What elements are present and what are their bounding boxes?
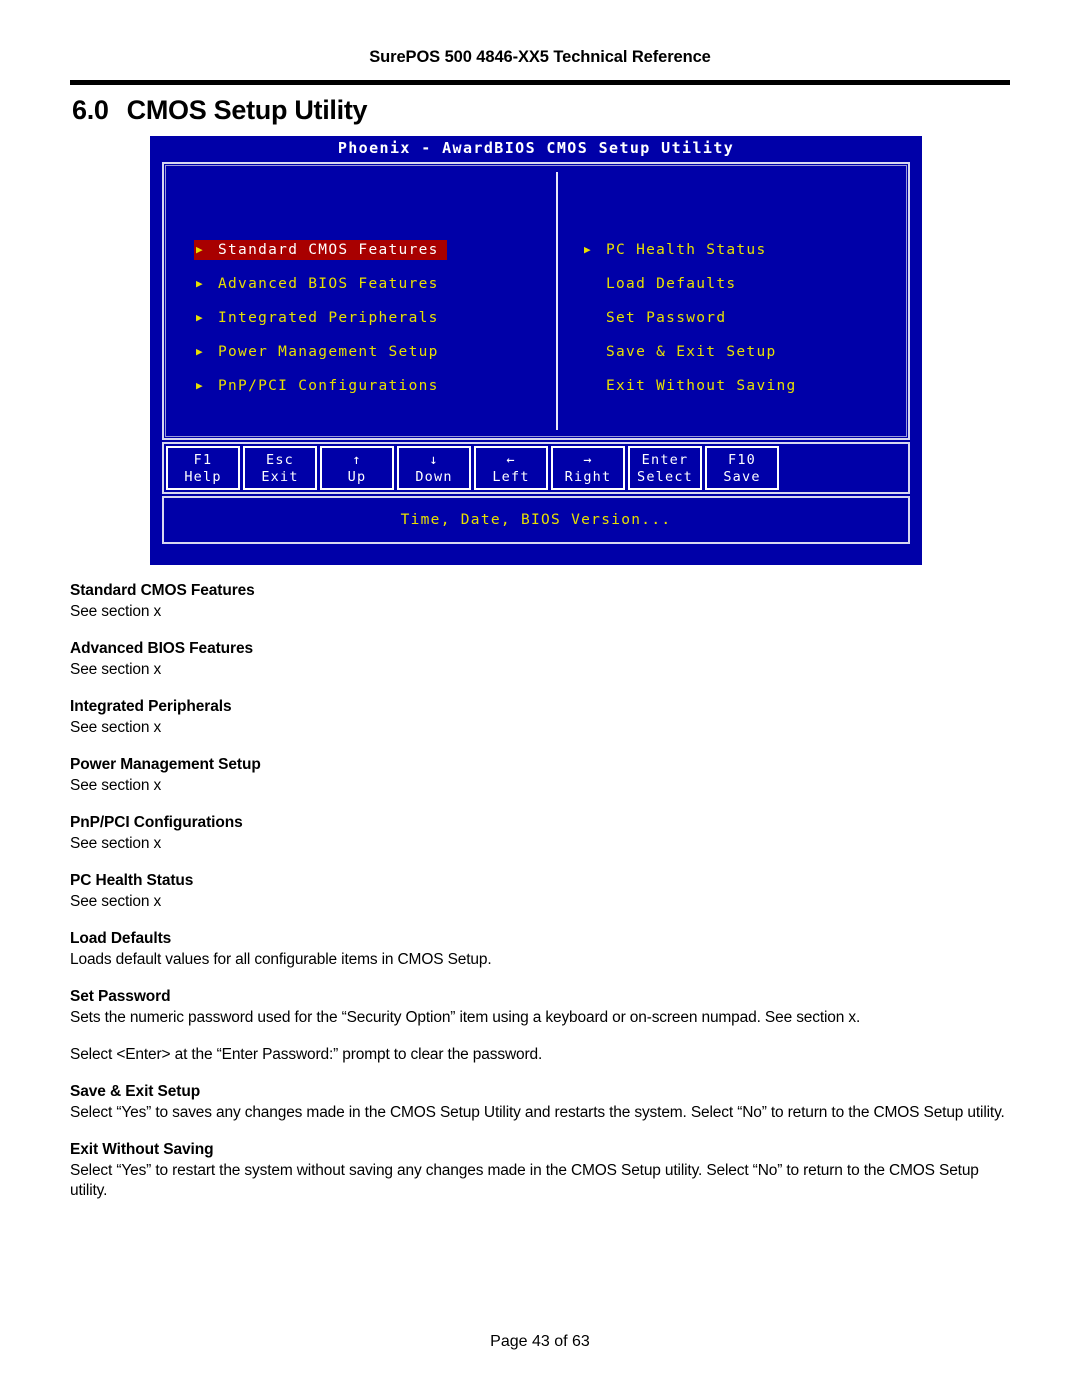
bios-menu-right-column: ▶ PC Health Status Load Defaults Set Passwo…	[582, 240, 902, 410]
bios-key-name: →	[583, 451, 593, 468]
section-title-text: CMOS Setup Utility	[126, 95, 368, 125]
bios-menu-item-standard-cmos-features[interactable]: ▶ Standard CMOS Features	[194, 240, 447, 260]
bios-menu-item-pc-health-status[interactable]: ▶ PC Health Status	[582, 240, 766, 260]
triangle-right-icon: ▶	[196, 379, 204, 392]
entry-heading: Exit Without Saving	[70, 1141, 214, 1158]
bios-key-exit[interactable]: Esc Exit	[243, 446, 317, 490]
section-number: 6.0	[72, 95, 109, 125]
bios-key-action: Help	[184, 468, 222, 485]
triangle-right-icon: ▶	[196, 277, 204, 290]
entry-load-defaults: Load Defaults Loads default values for al…	[70, 930, 1015, 970]
entry-set-password: Set Password Sets the numeric password us…	[70, 988, 1015, 1065]
page-footer: Page 43 of 63	[490, 1333, 590, 1350]
bios-menu-frame: ▶ Standard CMOS Features ▶ Advanced BIOS Fe…	[162, 162, 910, 440]
entry-exit-without-saving: Exit Without Saving Select “Yes” to resta…	[70, 1141, 1015, 1201]
bios-key-list: F1 Help Esc Exit ↑ Up ↓ Down ← Left → Right Enter Sel…	[166, 446, 779, 490]
entry-paragraph: Loads default values for all configurabl…	[70, 951, 492, 968]
bios-menu-item-label: Standard CMOS Features	[218, 242, 439, 258]
entry-pc-health-status: PC Health Status See section x	[70, 872, 1015, 912]
entry-power-management-setup: Power Management Setup See section x	[70, 756, 1015, 796]
bios-key-up[interactable]: ↑ Up	[320, 446, 394, 490]
triangle-right-icon: ▶	[196, 243, 204, 256]
bios-status-box: Time, Date, BIOS Version...	[162, 496, 910, 544]
entry-paragraph: See section x	[70, 719, 162, 736]
bios-menu-item-set-password[interactable]: Set Password	[582, 308, 726, 328]
bios-key-save[interactable]: F10 Save	[705, 446, 779, 490]
entry-pnp-pci-configurations: PnP/PCI Configurations See section x	[70, 814, 1015, 854]
bios-menu-item-label: Power Management Setup	[218, 344, 439, 360]
bios-key-action: Left	[492, 468, 530, 485]
triangle-right-icon: ▶	[584, 243, 592, 256]
entry-heading: PnP/PCI Configurations	[70, 814, 243, 831]
entry-list: Standard CMOS Features See section x Advan…	[70, 582, 1015, 1219]
entry-paragraph: See section x	[70, 661, 162, 678]
entry-heading: Load Defaults	[70, 930, 172, 947]
bios-menu-item-label: Set Password	[606, 310, 727, 326]
entry-integrated-peripherals: Integrated Peripherals See section x	[70, 698, 1015, 738]
bios-menu-item-integrated-peripherals[interactable]: ▶ Integrated Peripherals	[194, 308, 439, 328]
bios-menu-item-label: Load Defaults	[606, 276, 737, 292]
running-header: SurePOS 500 4846-XX5 Technical Reference	[369, 48, 711, 66]
entry-paragraph: See section x	[70, 893, 162, 910]
entry-paragraph: See section x	[70, 603, 162, 620]
bios-menu-item-power-management-setup[interactable]: ▶ Power Management Setup	[194, 342, 439, 362]
entry-heading: Save & Exit Setup	[70, 1083, 201, 1100]
bios-menu-item-label: PC Health Status	[606, 242, 767, 258]
bios-key-name: ↑	[352, 451, 362, 468]
bios-function-key-bar: F1 Help Esc Exit ↑ Up ↓ Down ← Left → Right Enter Sel…	[162, 442, 910, 494]
document-page: SurePOS 500 4846-XX5 Technical Reference…	[0, 0, 1080, 1397]
bios-menu-item-label: Exit Without Saving	[606, 378, 797, 394]
bios-key-action: Exit	[261, 468, 299, 485]
bios-key-right[interactable]: → Right	[551, 446, 625, 490]
bios-key-down[interactable]: ↓ Down	[397, 446, 471, 490]
entry-paragraph: Sets the numeric password used for the “…	[70, 1009, 861, 1026]
entry-heading: Integrated Peripherals	[70, 698, 232, 715]
bios-key-name: Esc	[266, 451, 294, 468]
bios-menu-item-label: Integrated Peripherals	[218, 310, 439, 326]
bios-menu-item-label: PnP/PCI Configurations	[218, 378, 439, 394]
bios-titlebar: Phoenix - AwardBIOS CMOS Setup Utility	[337, 139, 735, 157]
bios-menu-item-pnp-pci-configurations[interactable]: ▶ PnP/PCI Configurations	[194, 376, 439, 396]
entry-heading: Power Management Setup	[70, 756, 261, 773]
bios-key-name: F1	[193, 451, 213, 468]
bios-key-action: Down	[415, 468, 453, 485]
entry-heading: Set Password	[70, 988, 171, 1005]
entry-save-exit-setup: Save & Exit Setup Select “Yes” to saves a…	[70, 1083, 1015, 1123]
bios-key-action: Select	[637, 468, 693, 485]
entry-advanced-bios-features: Advanced BIOS Features See section x	[70, 640, 1015, 680]
entry-paragraph: Select “Yes” to saves any changes made i…	[70, 1104, 1005, 1121]
bios-key-name: F10	[728, 451, 756, 468]
entry-paragraph: See section x	[70, 835, 162, 852]
triangle-right-icon: ▶	[196, 311, 204, 324]
entry-heading: PC Health Status	[70, 872, 194, 889]
entry-heading: Standard CMOS Features	[70, 582, 255, 599]
bios-key-select[interactable]: Enter Select	[628, 446, 702, 490]
entry-paragraph: Select <Enter> at the “Enter Password:” …	[70, 1046, 543, 1063]
bios-column-divider	[556, 172, 558, 430]
bios-menu-item-label: Advanced BIOS Features	[218, 276, 439, 292]
bios-key-action: Right	[564, 468, 612, 485]
bios-key-name: ←	[506, 451, 516, 468]
bios-key-action: Up	[347, 468, 367, 485]
bios-menu-item-advanced-bios-features[interactable]: ▶ Advanced BIOS Features	[194, 274, 439, 294]
bios-menu-item-load-defaults[interactable]: Load Defaults	[582, 274, 736, 294]
bios-menu-item-exit-without-saving[interactable]: Exit Without Saving	[582, 376, 797, 396]
bios-menu-left-column: ▶ Standard CMOS Features ▶ Advanced BIOS Fe…	[194, 240, 544, 410]
bios-key-help[interactable]: F1 Help	[166, 446, 240, 490]
header-rule	[70, 80, 1010, 85]
triangle-right-icon: ▶	[196, 345, 204, 358]
bios-key-name: ↓	[429, 451, 439, 468]
entry-standard-cmos-features: Standard CMOS Features See section x	[70, 582, 1015, 622]
bios-menu-item-label: Save & Exit Setup	[606, 344, 777, 360]
entry-heading: Advanced BIOS Features	[70, 640, 253, 657]
bios-bottom-strip	[162, 546, 910, 563]
bios-key-name: Enter	[641, 451, 689, 468]
entry-paragraph: See section x	[70, 777, 162, 794]
bios-menu-item-save-exit-setup[interactable]: Save & Exit Setup	[582, 342, 777, 362]
entry-paragraph: Select “Yes” to restart the system witho…	[70, 1162, 979, 1199]
page-title: 6.0 CMOS Setup Utility	[72, 95, 368, 126]
bios-key-left[interactable]: ← Left	[474, 446, 548, 490]
bios-key-action: Save	[723, 468, 761, 485]
bios-setup-screenshot: Phoenix - AwardBIOS CMOS Setup Utility ▶…	[150, 136, 922, 565]
